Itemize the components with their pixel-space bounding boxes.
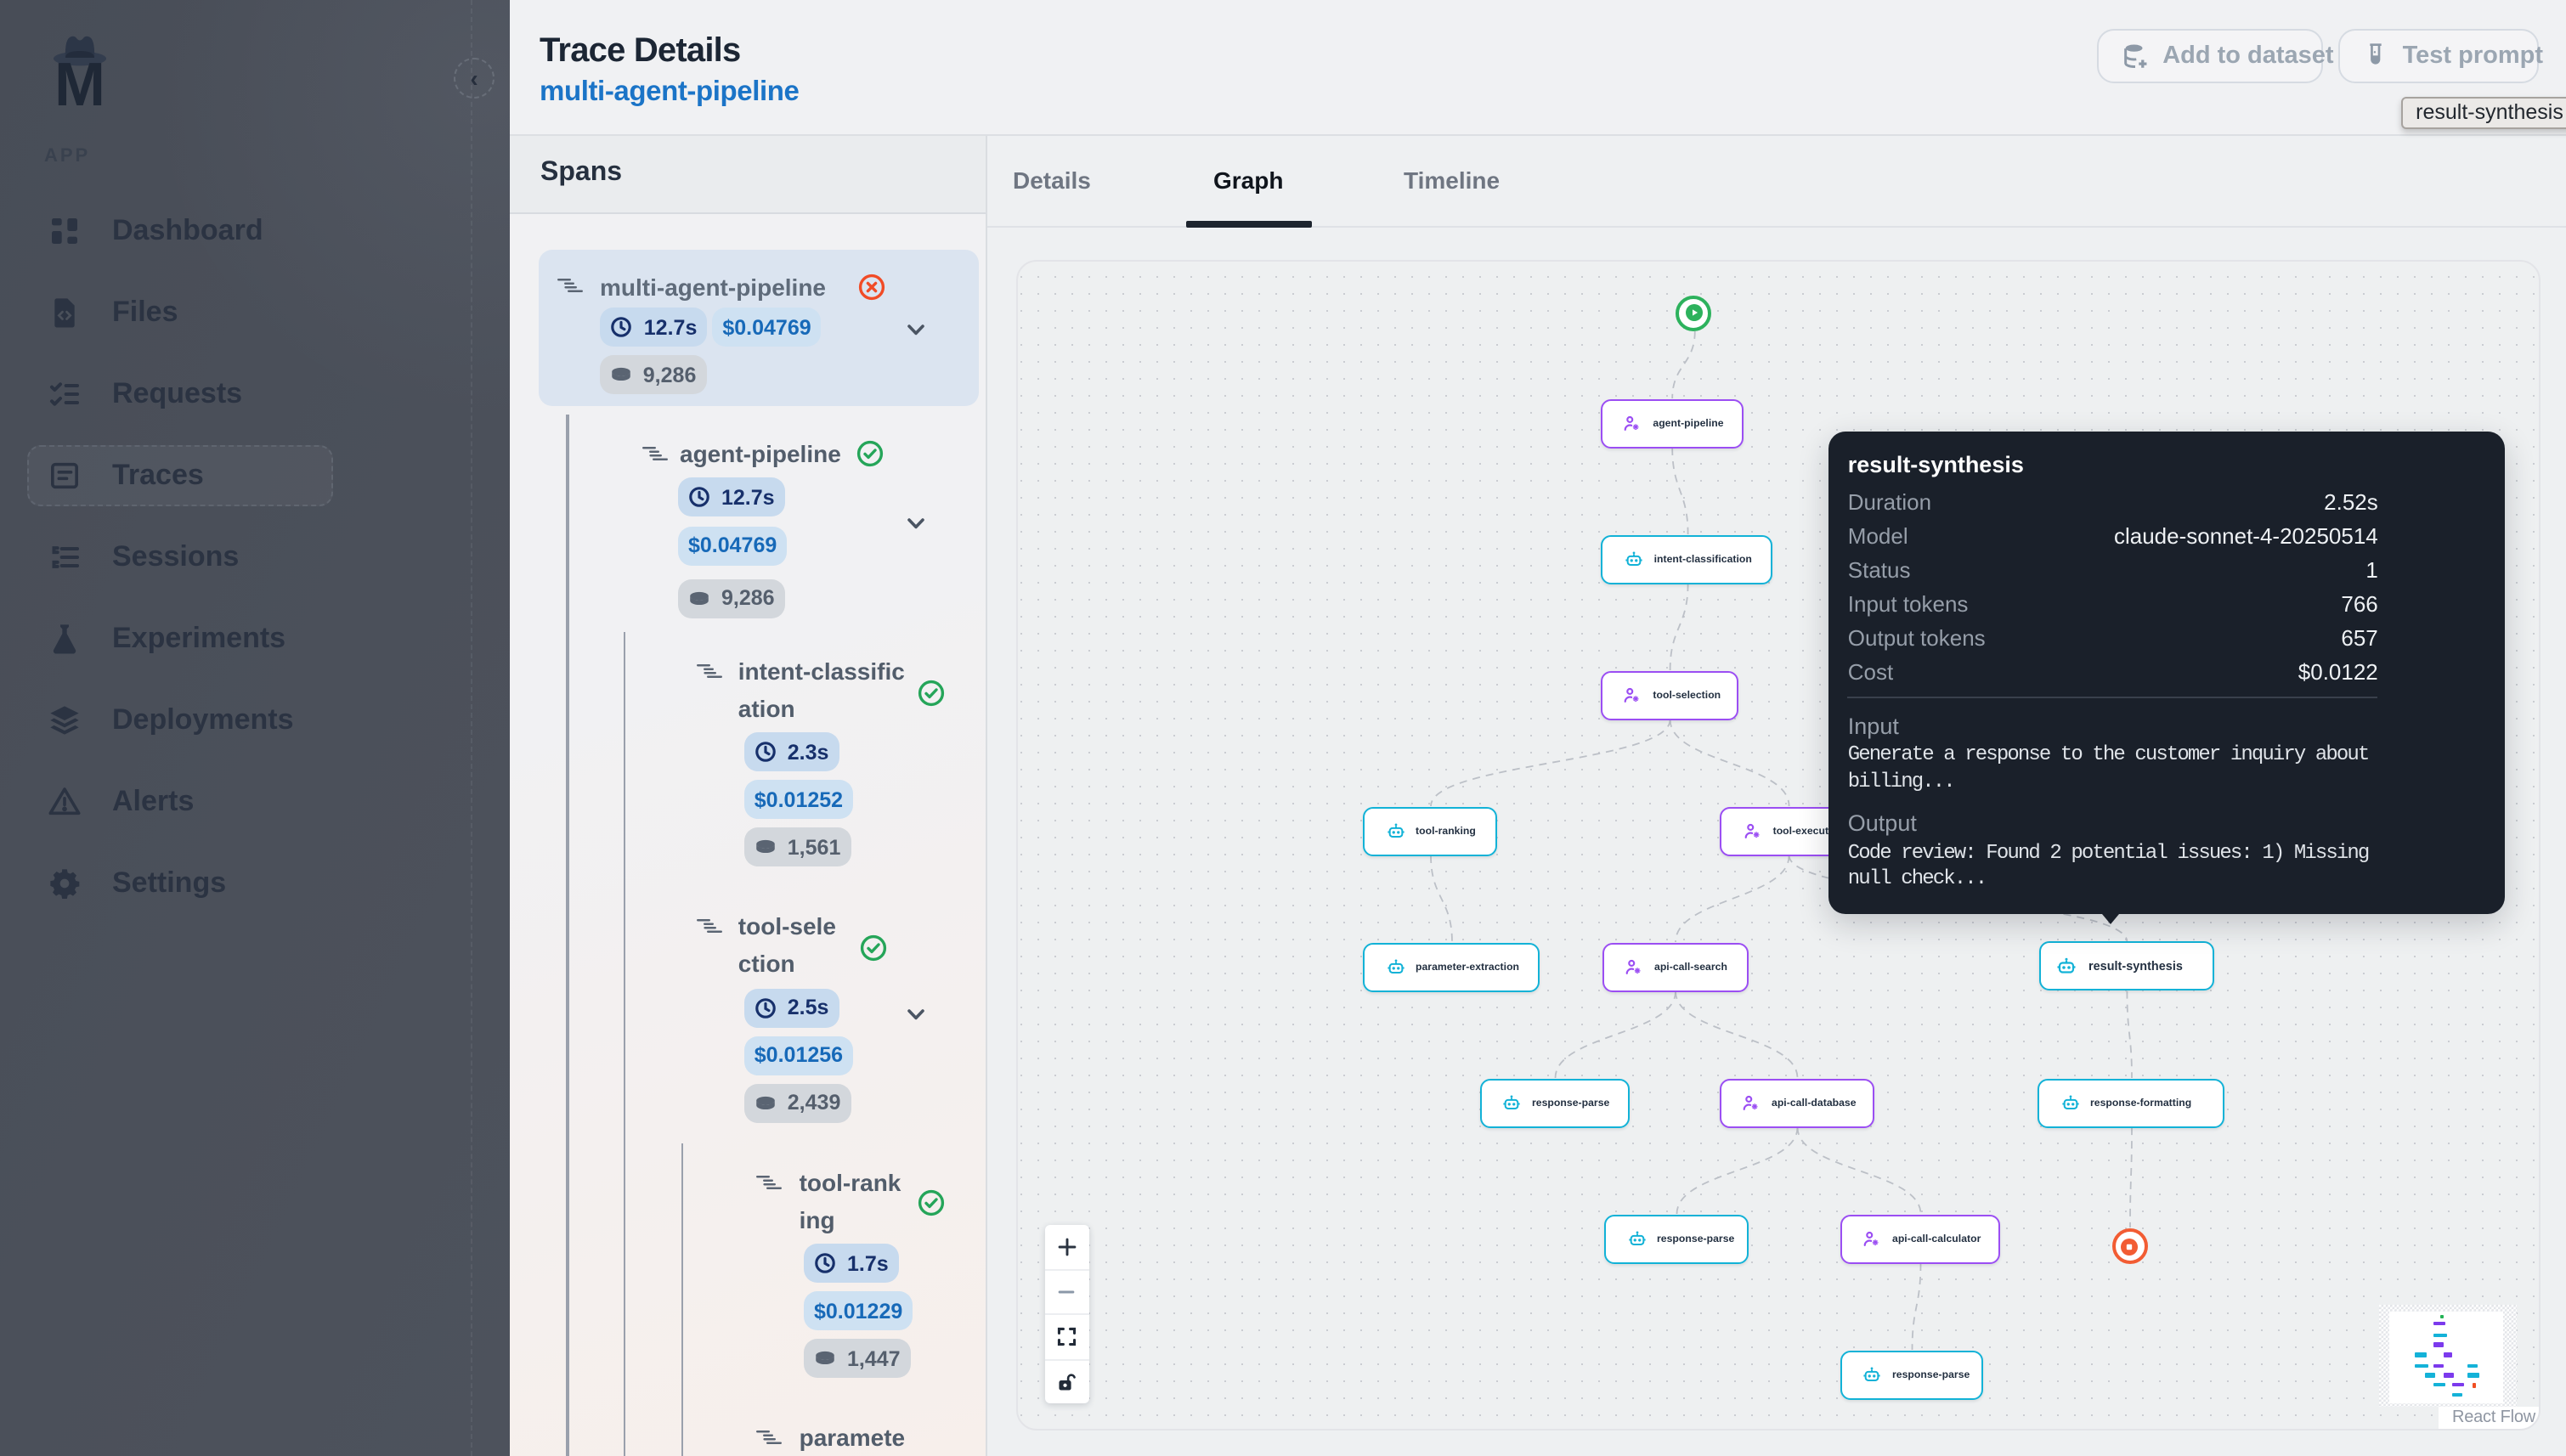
svg-text:M: M xyxy=(54,51,105,112)
